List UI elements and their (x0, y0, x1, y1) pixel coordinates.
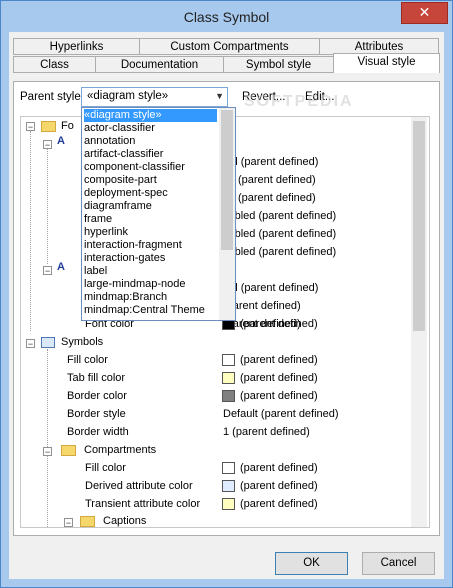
collapse-icon[interactable]: − (64, 518, 73, 527)
tab-fill-color-label[interactable]: Tab fill color (67, 369, 125, 387)
dialog-window: Class Symbol ✕ Hyperlinks Custom Compart… (0, 0, 453, 588)
property-value: sabled (parent defined) (223, 210, 337, 222)
ok-button[interactable]: OK (275, 552, 348, 575)
captions-group[interactable]: Captions (103, 512, 146, 527)
tab-hyperlinks[interactable]: Hyperlinks (13, 38, 140, 55)
property-value: (parent defined) (238, 174, 316, 186)
property-value: (parent defined) (240, 372, 318, 384)
property-value: (parent defined) (240, 318, 318, 330)
property-value: Default (parent defined) (223, 408, 339, 420)
derived-attribute-color-label[interactable]: Derived attribute color (85, 477, 193, 495)
close-button[interactable]: ✕ (401, 2, 448, 24)
dropdown-option[interactable]: mindmap:Branch (84, 291, 167, 304)
property-value: rial (parent defined) (223, 282, 319, 294)
dropdown-option[interactable]: deployment-spec (84, 187, 168, 200)
chevron-down-icon[interactable]: ▼ (215, 91, 224, 101)
tab-custom-compartments[interactable]: Custom Compartments (139, 38, 320, 55)
dropdown-option[interactable]: mindmap:Central Theme (84, 304, 205, 317)
dropdown-option[interactable]: artifact-classifier (84, 148, 163, 161)
color-swatch (222, 462, 235, 474)
collapse-icon[interactable]: − (43, 266, 52, 276)
dropdown-option[interactable]: frame (84, 213, 112, 226)
color-swatch (222, 480, 235, 492)
tree-scrollbar[interactable] (411, 117, 427, 527)
dropdown-option[interactable]: annotation (84, 135, 135, 148)
tab-class[interactable]: Class (13, 56, 96, 73)
tab-symbol-style[interactable]: Symbol style (223, 56, 334, 73)
property-value: rial (parent defined) (223, 156, 319, 168)
property-value: sabled (parent defined) (223, 228, 337, 240)
title-bar[interactable]: Class Symbol ✕ (1, 1, 452, 32)
dropdown-option[interactable]: component-classifier (84, 161, 185, 174)
property-value: (parent defined) (240, 480, 318, 492)
symbols-group[interactable]: Symbols (61, 333, 103, 351)
parent-style-dropdown-list[interactable]: «diagram style» actor-classifier annotat… (81, 107, 236, 321)
parent-style-select[interactable]: «diagram style» ▼ (81, 87, 228, 107)
color-swatch (222, 372, 235, 384)
border-style-label[interactable]: Border style (67, 405, 126, 423)
font-icon: A (57, 135, 65, 147)
border-color-label[interactable]: Border color (67, 387, 127, 405)
collapse-icon[interactable]: − (26, 122, 35, 132)
dropdown-option[interactable]: diagramframe (84, 200, 152, 213)
color-swatch (222, 354, 235, 366)
cancel-button[interactable]: Cancel (362, 552, 435, 575)
scrollbar-thumb[interactable] (413, 121, 425, 331)
folder-icon (41, 121, 56, 132)
font-icon: A (57, 261, 65, 273)
fonts-group[interactable]: Fo (61, 117, 74, 135)
scrollbar-thumb[interactable] (221, 110, 233, 250)
folder-icon (80, 516, 95, 527)
tab-documentation[interactable]: Documentation (95, 56, 224, 73)
compartments-group[interactable]: Compartments (84, 441, 156, 459)
dropdown-option[interactable]: large-mindmap-node (84, 278, 186, 291)
parent-style-value: «diagram style» (87, 90, 169, 102)
property-value: (parent defined) (240, 354, 318, 366)
parent-style-label: Parent style (20, 91, 81, 103)
symbol-icon (41, 337, 55, 348)
dropdown-option[interactable]: actor-classifier (84, 122, 155, 135)
dropdown-scrollbar[interactable] (219, 108, 235, 320)
dropdown-option[interactable]: hyperlink (84, 226, 128, 239)
folder-icon (61, 445, 76, 456)
transient-attribute-color-label[interactable]: Transient attribute color (85, 495, 200, 513)
color-swatch (222, 390, 235, 402)
compartment-fill-color-label[interactable]: Fill color (85, 459, 126, 477)
watermark: SOFTPEDIA (244, 93, 354, 110)
dropdown-option[interactable]: «diagram style» (84, 109, 217, 122)
dropdown-option[interactable]: interaction-fragment (84, 239, 182, 252)
property-value: (parent defined) (240, 498, 318, 510)
color-swatch (222, 498, 235, 510)
window-title: Class Symbol (183, 9, 270, 25)
collapse-icon[interactable]: − (43, 140, 52, 150)
dropdown-option[interactable]: interaction-gates (84, 252, 165, 265)
property-value: (parent defined) (240, 390, 318, 402)
collapse-icon[interactable]: − (26, 339, 35, 349)
dropdown-option[interactable]: label (84, 265, 107, 278)
property-value: (parent defined) (238, 192, 316, 204)
fill-color-label[interactable]: Fill color (67, 351, 108, 369)
tab-visual-style[interactable]: Visual style (333, 53, 440, 73)
dialog-client: Hyperlinks Custom Compartments Attribute… (9, 32, 444, 579)
property-value: 1 (parent defined) (223, 426, 310, 438)
property-value: sabled (parent defined) (223, 246, 337, 258)
border-width-label[interactable]: Border width (67, 423, 129, 441)
property-value: (parent defined) (240, 462, 318, 474)
collapse-icon[interactable]: − (43, 447, 52, 457)
dropdown-option[interactable]: composite-part (84, 174, 157, 187)
